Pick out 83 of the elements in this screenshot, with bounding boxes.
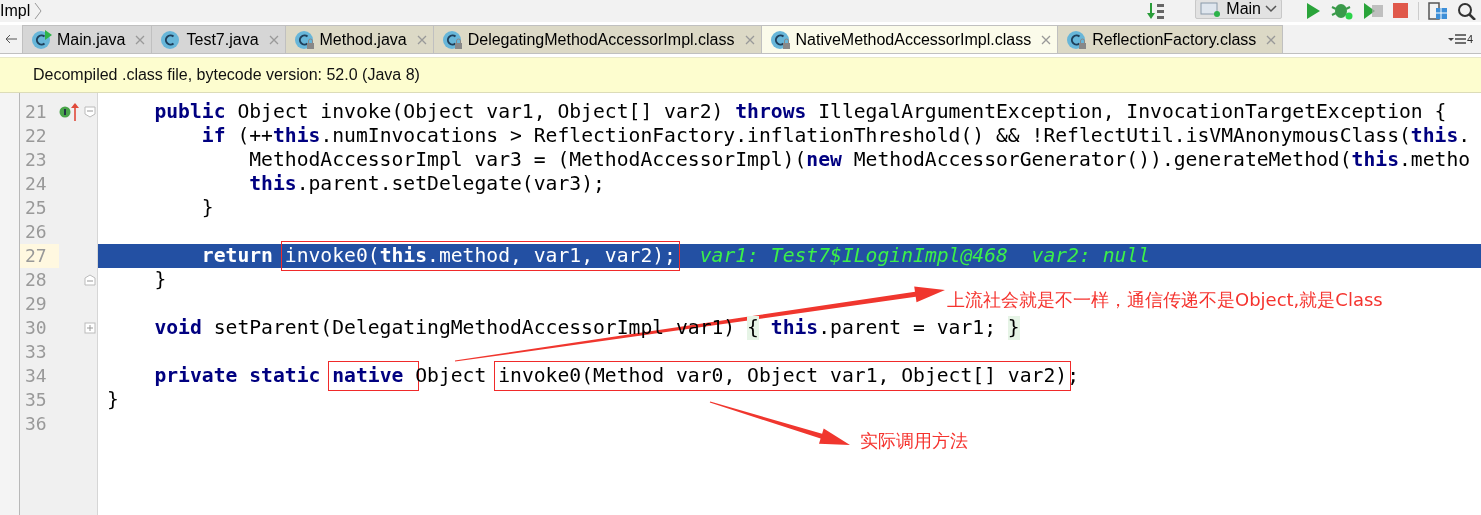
line-number: 28: [24, 268, 48, 292]
line-number: 25: [24, 196, 48, 220]
stop-icon[interactable]: [1392, 2, 1410, 20]
implementation-icon: [59, 106, 72, 118]
annotation-note: 实际调用方法: [860, 429, 968, 453]
close-icon: [1041, 34, 1052, 45]
code-keyword: if: [200, 124, 226, 148]
code-keyword: throws: [735, 100, 807, 124]
line-number: 21: [24, 100, 48, 124]
code-text: }: [200, 196, 214, 220]
class-lock-icon: [1066, 29, 1089, 50]
tab-count: 4: [1466, 33, 1473, 45]
decompiled-notice: Decompiled .class file, bytecode version: 52.0 (Java 8): [33, 66, 420, 84]
close-icon: [1266, 34, 1277, 45]
fold-brace: {: [747, 316, 759, 340]
coverage-icon[interactable]: [1362, 2, 1384, 20]
line-number: 33: [24, 340, 48, 364]
line-number: 30: [24, 316, 48, 340]
close-icon: [744, 34, 755, 45]
code-text: (++: [236, 124, 273, 148]
chevron-right-icon: [34, 2, 43, 20]
search-icon[interactable]: [1457, 2, 1477, 20]
caret-icon: [1265, 4, 1277, 14]
code-keyword: this: [248, 172, 297, 196]
line-number: 26: [24, 220, 48, 244]
class-lock-icon: [769, 29, 792, 50]
code-text: Object invoke(Object var1, Object[] var2): [236, 100, 725, 124]
run-icon[interactable]: [1304, 2, 1322, 20]
binary-arrow-icon[interactable]: [1147, 2, 1166, 20]
code-keyword: return: [200, 244, 274, 268]
window-icon: [1200, 1, 1223, 17]
back-arrow-icon: [5, 34, 17, 44]
code-text: .metho: [1399, 148, 1471, 172]
line-number: 27: [20, 244, 60, 268]
close-icon: [135, 34, 146, 45]
fold-minus-icon[interactable]: [83, 274, 96, 286]
close-icon: [268, 34, 279, 45]
editor-tab[interactable]: DelegatingMethodAccessorImpl.class: [432, 25, 762, 53]
code-text: .parent.setDelegate(var3);: [296, 172, 605, 196]
code-keyword: this: [769, 316, 819, 340]
line-number: 36: [24, 412, 48, 436]
class-lock-icon: [293, 29, 316, 50]
code-text: IllegalArgumentException, InvocationTargetException {: [817, 100, 1447, 124]
class-lock-icon: [441, 29, 464, 50]
line-number: 34: [24, 364, 48, 388]
code-text: }: [107, 388, 119, 412]
editor-tab[interactable]: Test7.java: [151, 25, 286, 53]
up-arrow-icon: [71, 102, 80, 122]
line-number: 22: [24, 124, 48, 148]
tab-list-icon: [1447, 33, 1466, 45]
code-keyword: this: [1410, 124, 1459, 148]
code-text: ;: [1067, 364, 1079, 388]
code-keyword: private static: [153, 364, 322, 388]
editor-tab[interactable]: Method.java: [284, 25, 434, 53]
code-keyword: new: [806, 148, 842, 172]
code-text: .parent = var1;: [818, 316, 997, 340]
code-text: .: [1458, 124, 1471, 148]
breadcrumb-label[interactable]: Impl: [0, 2, 31, 20]
fold-minus-icon[interactable]: [83, 106, 96, 118]
debug-value-hint: var1: Test7$ILoginImpl@468 var2: null: [698, 244, 1151, 268]
code-keyword: public: [153, 100, 226, 124]
fold-plus-icon[interactable]: [83, 322, 96, 334]
line-number: 35: [24, 388, 48, 412]
editor-tab[interactable]: NativeMethodAccessorImpl.class: [760, 25, 1059, 53]
editor-tab[interactable]: Main.java: [22, 25, 153, 53]
class-run-icon: [31, 29, 53, 50]
run-configuration-dropdown[interactable]: Main: [1195, 0, 1282, 19]
line-number: 24: [24, 172, 48, 196]
annotation-note: 上流社会就是不一样，通信传递不是Object,就是Class: [947, 288, 1383, 312]
bug-icon[interactable]: [1330, 2, 1354, 20]
line-number: 29: [24, 292, 48, 316]
code-keyword: this: [1351, 148, 1399, 172]
code-text: }: [153, 268, 167, 292]
code-text: MethodAccessorGenerator()).generateMethod(: [852, 148, 1352, 172]
code-text: .numInvocations > ReflectionFactory.inflationThreshold() && !ReflectUtil.isVMAnonymousClass(: [320, 124, 1411, 148]
structure-icon[interactable]: [1427, 2, 1449, 20]
code-text: MethodAccessorImpl var3 = (MethodAccessorImpl)(: [248, 148, 807, 172]
editor-tab[interactable]: ReflectionFactory.class: [1057, 25, 1284, 53]
code-keyword: this: [272, 124, 321, 148]
code-keyword: void: [153, 316, 202, 340]
fold-brace: }: [1007, 316, 1020, 340]
close-icon: [416, 34, 427, 45]
line-number: 23: [24, 148, 48, 172]
